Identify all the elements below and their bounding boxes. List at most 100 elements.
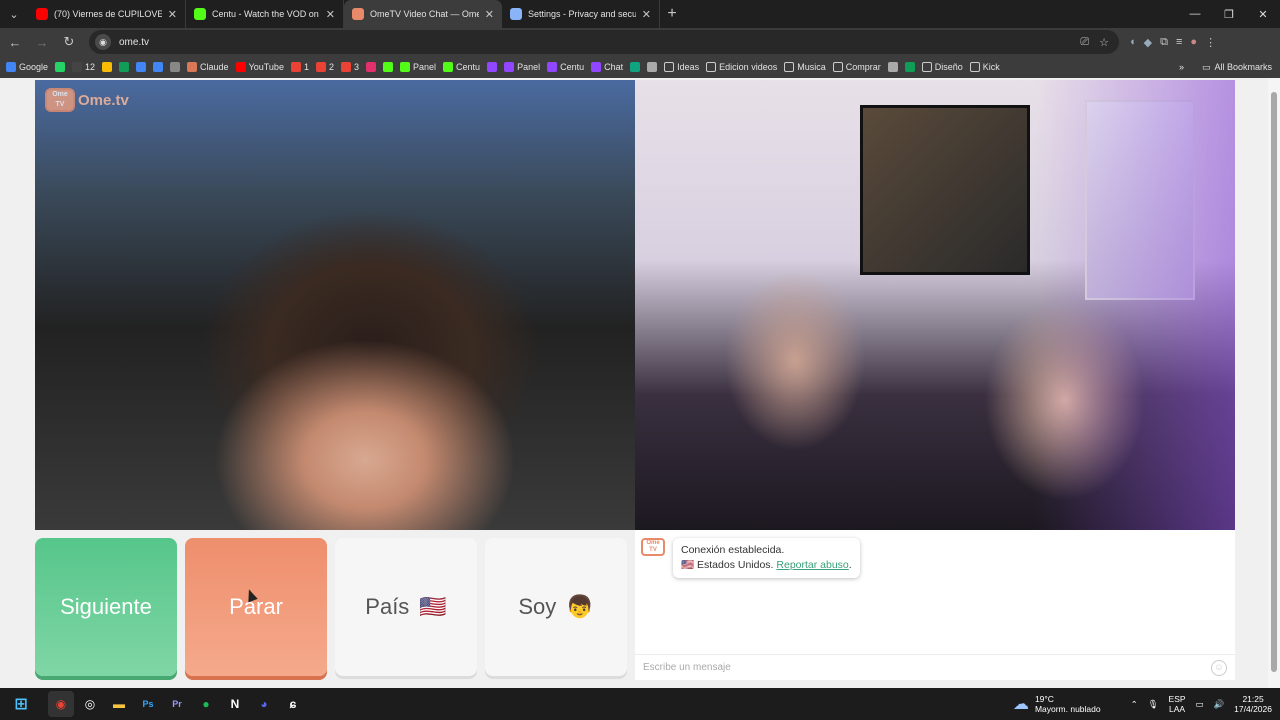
close-window-button[interactable]: ✕ <box>1246 0 1280 28</box>
bookmark-item[interactable] <box>119 62 130 72</box>
bookmark-item[interactable]: 12 <box>72 62 95 72</box>
language-indicator[interactable]: ESP LAA <box>1169 694 1186 714</box>
photoshop-icon[interactable]: Ps <box>135 691 161 717</box>
bookmark-item[interactable]: YouTube <box>235 62 284 72</box>
microphone-icon[interactable]: 🎙 <box>1148 699 1159 710</box>
spotify-icon[interactable]: ● <box>193 691 219 717</box>
browser-tab[interactable]: OmeTV Video Chat — Ome ✕ <box>344 0 502 28</box>
extensions-puzzle-icon[interactable]: ⧉ <box>1160 36 1168 49</box>
bookmark-item[interactable]: Chat <box>591 62 623 72</box>
bookmark-item[interactable] <box>366 62 376 72</box>
bookmark-item[interactable] <box>630 62 641 72</box>
bookmark-item[interactable] <box>904 62 915 72</box>
reading-list-icon[interactable]: ≡ <box>1176 36 1182 49</box>
bookmark-item[interactable]: Musica <box>784 62 826 72</box>
address-bar[interactable]: ◉ ome.tv ⎚ ☆ <box>89 30 1119 54</box>
bookmark-item[interactable]: Edicion videos <box>706 62 777 72</box>
bookmark-item[interactable]: Diseño <box>921 62 963 72</box>
capcut-icon[interactable]: ɕ <box>280 691 306 717</box>
extension-audio-icon[interactable]: ◖ <box>1129 36 1136 49</box>
extension-shield-icon[interactable]: ◆ <box>1144 36 1152 49</box>
bookmark-favicon-icon <box>400 62 410 72</box>
all-bookmarks-button[interactable]: » ▭ All Bookmarks <box>1172 56 1272 78</box>
bookmark-item[interactable] <box>136 62 147 72</box>
report-abuse-link[interactable]: Reportar abuso <box>776 559 848 571</box>
bookmark-label: 12 <box>85 62 96 72</box>
browser-tab[interactable]: (70) Viernes de CUPILOVE con l ✕ <box>28 0 186 28</box>
next-button[interactable]: Siguiente <box>35 538 177 676</box>
bookmark-star-icon[interactable]: ☆ <box>1099 36 1109 49</box>
bookmark-label: 2 <box>328 62 334 72</box>
clock[interactable]: 21:25 17/4/2026 <box>1234 694 1272 714</box>
tray-overflow-icon[interactable]: ⌃ <box>1131 699 1138 710</box>
tab-close-icon[interactable]: ✕ <box>326 8 335 21</box>
bookmark-label: Kick <box>982 62 1000 72</box>
bookmark-favicon-icon <box>487 62 498 72</box>
forward-button[interactable]: → <box>30 30 54 54</box>
minimize-button[interactable]: — <box>1178 0 1212 28</box>
cast-icon[interactable]: ⎚ <box>1080 36 1089 49</box>
tab-favicon-icon <box>352 8 364 20</box>
discord-icon[interactable]: ◕ <box>251 691 277 717</box>
chrome-icon[interactable]: ◉ <box>48 691 74 717</box>
maximize-button[interactable]: ❐ <box>1212 0 1246 28</box>
emoji-icon[interactable]: ☺ <box>1211 659 1227 676</box>
page-scrollbar[interactable] <box>1268 78 1280 688</box>
bookmark-item[interactable]: Ideas <box>664 62 699 72</box>
bookmark-item[interactable]: Comprar <box>832 62 881 72</box>
bookmark-item[interactable]: Centu <box>547 62 584 72</box>
weather-widget[interactable]: ☁ 19°C Mayorm. nublado <box>1013 694 1101 714</box>
folder-icon <box>969 62 980 72</box>
bookmark-item[interactable]: Centu <box>443 62 480 72</box>
tab-favicon-icon <box>36 8 48 20</box>
bookmark-label: Panel <box>517 62 541 72</box>
bookmark-item[interactable]: Panel <box>400 62 436 72</box>
browser-tab[interactable]: Settings - Privacy and security ✕ <box>502 0 660 28</box>
windows-start-icon[interactable]: ⊞ <box>8 691 34 717</box>
bookmark-item[interactable] <box>647 62 658 72</box>
tab-close-icon[interactable]: ✕ <box>168 8 177 21</box>
bookmark-item[interactable]: Kick <box>969 62 1000 72</box>
bookmark-item[interactable] <box>55 62 66 72</box>
bookmark-item[interactable]: Claude <box>187 62 229 72</box>
reload-button[interactable]: ↻ <box>57 30 81 54</box>
cloud-icon: ☁ <box>1012 696 1029 713</box>
tab-search-button[interactable]: ⌄ <box>0 0 28 28</box>
bookmark-item[interactable]: 2 <box>315 62 334 72</box>
bookmark-item[interactable]: Google <box>6 62 48 72</box>
network-icon[interactable]: ▭ <box>1196 699 1204 710</box>
volume-icon[interactable]: 🔊 <box>1214 699 1225 710</box>
new-tab-button[interactable]: + <box>660 0 684 28</box>
bookmark-item[interactable] <box>102 62 113 72</box>
bookmark-item[interactable]: 3 <box>340 62 359 72</box>
premiere-icon[interactable]: Pr <box>164 691 190 717</box>
tab-title: OmeTV Video Chat — Ome <box>370 9 479 19</box>
boy-icon: 👦 <box>566 594 594 619</box>
bookmark-item[interactable] <box>153 62 164 72</box>
tab-close-icon[interactable]: ✕ <box>642 8 651 21</box>
obs-icon[interactable]: ◎ <box>77 691 103 717</box>
bookmark-item[interactable]: 1 <box>290 62 309 72</box>
bookmark-item[interactable] <box>383 62 393 72</box>
profile-avatar[interactable]: ● <box>1190 36 1197 49</box>
bookmark-item[interactable] <box>487 62 498 72</box>
back-button[interactable]: ← <box>3 30 27 54</box>
us-flag-small-icon: 🇺🇸 <box>681 559 695 571</box>
browser-tab[interactable]: Centu - Watch the VOD on Kick ✕ <box>186 0 344 28</box>
bookmark-item[interactable] <box>887 62 898 72</box>
bookmark-item[interactable] <box>170 62 181 72</box>
tab-strip: ⌄ (70) Viernes de CUPILOVE con l✕Centu -… <box>0 0 1280 28</box>
tab-close-icon[interactable]: ✕ <box>485 8 494 21</box>
site-info-icon[interactable]: ◉ <box>95 34 111 50</box>
file-explorer-icon[interactable]: ▬ <box>106 691 132 717</box>
notion-icon[interactable]: N <box>222 691 248 717</box>
message-input[interactable]: Escribe un mensaje ☺ <box>635 654 1235 680</box>
menu-kebab-icon[interactable]: ⋮ <box>1205 36 1216 49</box>
stop-button[interactable]: Parar <box>185 538 327 676</box>
country-button[interactable]: País 🇺🇸 <box>335 538 477 676</box>
bookmarks-overflow-icon[interactable]: » <box>1179 62 1184 72</box>
bookmark-item[interactable]: Panel <box>504 62 540 72</box>
bookmark-favicon-icon <box>904 62 915 72</box>
bookmark-label: Diseño <box>934 62 963 72</box>
gender-button[interactable]: Soy 👦 <box>485 538 627 676</box>
